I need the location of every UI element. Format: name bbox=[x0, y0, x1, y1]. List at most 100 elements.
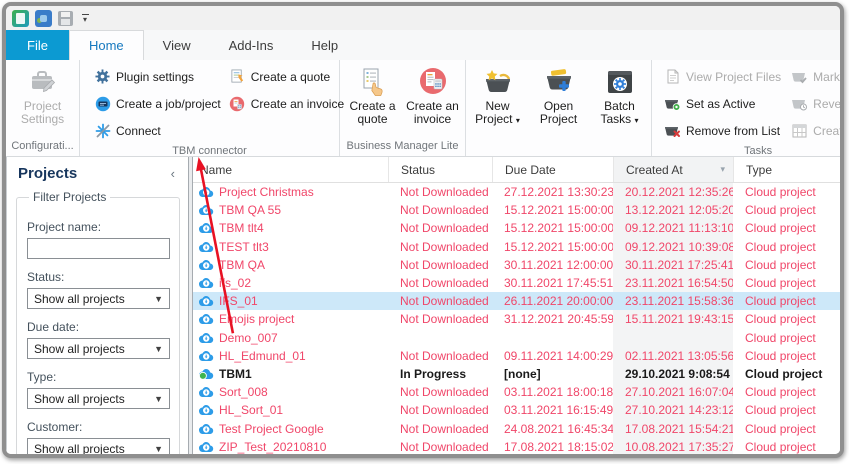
cloud-download-icon bbox=[198, 423, 214, 435]
cell-due-date: 03.11.2021 16:15:49 bbox=[504, 403, 613, 418]
plugin-settings-label: Plugin settings bbox=[116, 69, 195, 84]
table-row[interactable]: Test Project Google Not Downloaded 24.08.2… bbox=[193, 419, 840, 438]
table-row[interactable]: HL_Edmund_01 Not Downloaded 09.11.2021 14:… bbox=[193, 346, 840, 365]
cell-name: TEST tlt3 bbox=[193, 238, 388, 256]
table-row[interactable]: TEST tlt3 Not Downloaded 15.12.2021 15:00:… bbox=[193, 237, 840, 256]
batch-tasks-button[interactable]: Batch Tasks ▾ bbox=[592, 64, 647, 138]
project-name-input[interactable] bbox=[27, 238, 170, 259]
tab-view[interactable]: View bbox=[144, 30, 210, 60]
cell-created-at: 02.11.2021 13:05:56 bbox=[613, 346, 733, 365]
cell-name: TBM1 bbox=[193, 365, 388, 383]
tab-addins[interactable]: Add-Ins bbox=[210, 30, 293, 60]
tab-home[interactable]: Home bbox=[68, 30, 144, 60]
mark-as-complete-label: Mark as C bbox=[813, 69, 840, 84]
table-row[interactable]: Project Christmas Not Downloaded 27.12.202… bbox=[193, 183, 840, 202]
create-pr-label: Create Pr bbox=[813, 123, 840, 138]
project-name: Test Project Google bbox=[219, 421, 324, 436]
cell-name: Test Project Google bbox=[193, 419, 388, 437]
status-filter-label: Status: bbox=[27, 270, 65, 284]
column-header-status[interactable]: Status bbox=[388, 157, 492, 182]
project-name: Sort_008 bbox=[219, 385, 268, 400]
column-header-name[interactable]: Name bbox=[193, 157, 388, 182]
create-invoice-button[interactable]: Create an invoice bbox=[405, 64, 461, 138]
cell-name: Project Christmas bbox=[193, 183, 388, 201]
create-job-project-label: Create a job/project bbox=[116, 96, 221, 111]
cell-due-date: 26.11.2021 20:00:00 bbox=[504, 294, 613, 309]
table-row[interactable]: TBM tlt4 Not Downloaded 15.12.2021 15:00:0… bbox=[193, 219, 840, 238]
create-quote-label: Create a quote bbox=[349, 99, 396, 126]
tab-help[interactable]: Help bbox=[292, 30, 357, 60]
qat-dropdown-icon[interactable]: ▾ bbox=[79, 13, 91, 23]
due-date-filter-select[interactable]: Show all projects ▼ bbox=[27, 338, 170, 359]
basket-remove-icon bbox=[664, 122, 681, 139]
customer-filter-select[interactable]: Show all projects ▼ bbox=[27, 438, 170, 454]
cell-name: HL_Edmund_01 bbox=[193, 347, 388, 365]
cell-name: ZIP_Test_20210810 bbox=[193, 438, 388, 454]
status-filter-select[interactable]: Show all projects ▼ bbox=[27, 288, 170, 309]
create-quote-small-button[interactable]: Create a quote bbox=[225, 64, 348, 89]
cell-status: Not Downloaded bbox=[400, 257, 489, 272]
collapse-sidebar-icon[interactable]: ‹ bbox=[171, 166, 178, 181]
cloud-download-icon bbox=[198, 332, 214, 344]
column-header-created-at[interactable]: Created At ▾ bbox=[613, 157, 733, 182]
table-row[interactable]: TBM QA 55 Not Downloaded 15.12.2021 15:00:… bbox=[193, 201, 840, 220]
cell-created-at: 09.12.2021 10:39:08 bbox=[613, 237, 733, 256]
create-pr-button[interactable]: Create Pr bbox=[787, 118, 840, 143]
revert-to-button[interactable]: Revert to bbox=[787, 91, 840, 116]
cell-type: Cloud project bbox=[745, 403, 816, 418]
cell-status: Not Downloaded bbox=[400, 403, 489, 418]
set-as-active-label: Set as Active bbox=[686, 96, 756, 111]
cloud-download-icon bbox=[198, 313, 214, 325]
cell-status: Not Downloaded bbox=[400, 203, 489, 218]
table-row[interactable]: Demo_007 Cloud project bbox=[193, 328, 840, 347]
create-invoice-small-button[interactable]: Create an invoice bbox=[225, 91, 348, 116]
table-row[interactable]: IFS_01 Not Downloaded 26.11.2021 20:00:00 2… bbox=[193, 292, 840, 311]
table-row[interactable]: Emojis project Not Downloaded 31.12.2021 2… bbox=[193, 310, 840, 329]
project-settings-button[interactable]: Project Settings bbox=[15, 64, 71, 138]
mark-as-complete-button[interactable]: Mark as C bbox=[787, 64, 840, 89]
project-name: IFS_01 bbox=[219, 294, 258, 309]
projects-sidebar: Projects ‹ Filter Projects Project name:… bbox=[6, 157, 189, 454]
revert-to-label: Revert to bbox=[813, 96, 840, 111]
table-icon bbox=[791, 122, 808, 139]
view-project-files-button[interactable]: View Project Files bbox=[660, 64, 785, 89]
filter-projects-group: Filter Projects Project name: Status: Sh… bbox=[16, 190, 180, 454]
set-as-active-button[interactable]: Set as Active bbox=[660, 91, 785, 116]
column-header-due-date[interactable]: Due Date bbox=[492, 157, 613, 182]
connect-button[interactable]: Connect bbox=[90, 118, 225, 143]
plugins-icon[interactable] bbox=[35, 9, 52, 27]
cell-status: Not Downloaded bbox=[400, 185, 489, 200]
cell-status: Not Downloaded bbox=[400, 439, 489, 454]
cell-type: Cloud project bbox=[745, 439, 816, 454]
type-filter-select[interactable]: Show all projects ▼ bbox=[27, 388, 170, 409]
project-name: Project Christmas bbox=[219, 185, 314, 200]
create-quote-button[interactable]: Create a quote bbox=[345, 64, 401, 138]
cell-created-at: 27.10.2021 14:23:12 bbox=[613, 401, 733, 420]
content-area: Projects ‹ Filter Projects Project name:… bbox=[6, 157, 840, 454]
tab-file[interactable]: File bbox=[6, 30, 69, 60]
create-job-project-button[interactable]: Create a job/project bbox=[90, 91, 225, 116]
table-row[interactable]: Sort_008 Not Downloaded 03.11.2021 18:00:1… bbox=[193, 383, 840, 402]
save-icon[interactable] bbox=[58, 10, 73, 26]
cell-due-date: 15.12.2021 15:00:00 bbox=[504, 203, 613, 218]
remove-from-list-button[interactable]: Remove from List bbox=[660, 118, 785, 143]
open-project-button[interactable]: Open Project bbox=[531, 64, 586, 138]
table-row[interactable]: ifs_02 Not Downloaded 30.11.2021 17:45:51 2… bbox=[193, 273, 840, 293]
ribbon-group-tbm-connector: Plugin settings Create a job/project Con… bbox=[80, 60, 344, 156]
cell-due-date: 31.12.2021 20:45:59 bbox=[504, 312, 613, 327]
plugin-settings-button[interactable]: Plugin settings bbox=[90, 64, 225, 89]
table-row[interactable]: ZIP_Test_20210810 Not Downloaded 17.08.202… bbox=[193, 437, 840, 454]
cloud-download-icon bbox=[198, 204, 214, 216]
app-icon bbox=[12, 9, 29, 27]
cell-created-at bbox=[613, 328, 733, 347]
ribbon-group-bml: Create a quote Create an invoice Busines… bbox=[340, 60, 466, 156]
new-project-button[interactable]: New Project ▾ bbox=[470, 64, 525, 138]
table-row[interactable]: TBM1 In Progress [none] 29.10.2021 9:08:54 C… bbox=[193, 364, 840, 384]
cell-due-date bbox=[492, 329, 613, 347]
column-header-type[interactable]: Type bbox=[733, 157, 840, 182]
cell-status: Not Downloaded bbox=[400, 221, 489, 236]
project-name: ifs_02 bbox=[219, 276, 252, 291]
cell-type: Cloud project bbox=[745, 257, 816, 272]
table-row[interactable]: HL_Sort_01 Not Downloaded 03.11.2021 16:15… bbox=[193, 401, 840, 420]
table-row[interactable]: TBM QA Not Downloaded 30.11.2021 12:00:00 3… bbox=[193, 255, 840, 274]
